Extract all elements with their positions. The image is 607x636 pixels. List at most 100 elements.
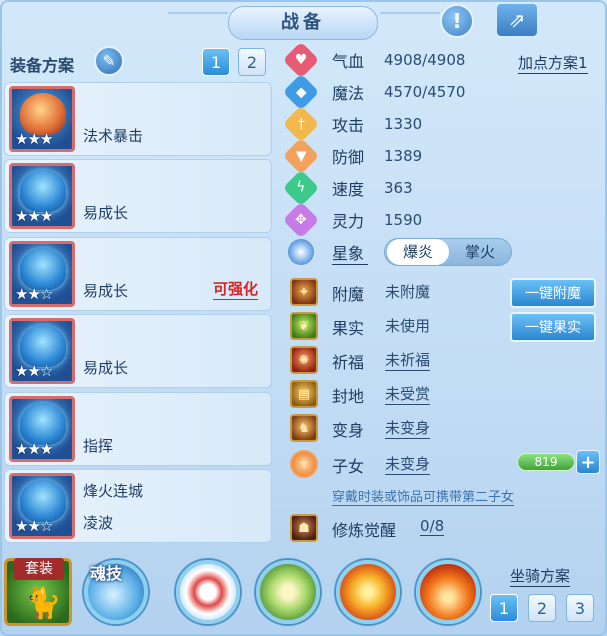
equipment-row[interactable]: ★★★ 法术暴击 bbox=[4, 82, 272, 156]
can-enhance-link[interactable]: 可强化 bbox=[213, 278, 259, 300]
title-decoration-left bbox=[168, 12, 228, 20]
star-rating: ★★☆ bbox=[15, 362, 53, 381]
skill-orb-1[interactable] bbox=[176, 560, 240, 624]
stat-row-speed: ϟ 速度 363 bbox=[282, 169, 413, 207]
fief-icon: ▤ bbox=[290, 380, 318, 408]
stat-row-mp: ◆ 魔法 4570/4570 bbox=[282, 73, 465, 111]
star-rating: ★★★ bbox=[15, 207, 53, 226]
scheme-tab-1[interactable]: 1 bbox=[202, 48, 230, 76]
plus-icon[interactable]: + bbox=[576, 450, 600, 474]
equipment-name: 易成长 bbox=[83, 281, 129, 300]
equipment-slot[interactable]: ★★☆ bbox=[9, 318, 75, 385]
mount-scheme-label[interactable]: 坐骑方案 bbox=[510, 565, 571, 587]
second-child-hint-link[interactable]: 穿戴时装或饰品可携带第二子女 bbox=[332, 486, 515, 506]
sub-label: 修炼觉醒 bbox=[332, 521, 397, 540]
stat-row-hp: ♥ 气血 4908/4908 bbox=[282, 41, 465, 79]
equipment-row[interactable]: ★★☆ 易成长 bbox=[4, 314, 272, 389]
skill-orb-2[interactable] bbox=[256, 560, 320, 624]
stat-value: 4570/4570 bbox=[384, 83, 466, 101]
equipment-scheme-label: 装备方案 bbox=[10, 56, 75, 75]
weapon-icon bbox=[20, 93, 66, 135]
equipment-slot[interactable]: ★★★ bbox=[9, 395, 75, 462]
soul-skill-label: 魂技 bbox=[90, 564, 123, 583]
equipment-name: 易成长 bbox=[83, 359, 129, 378]
sub-label: 子女 bbox=[332, 457, 365, 476]
equipment-name: 法术暴击 bbox=[83, 127, 144, 145]
sub-label: 附魔 bbox=[332, 285, 365, 304]
sub-value: 未附魔 bbox=[385, 283, 431, 301]
transform-icon: ♞ bbox=[290, 414, 318, 442]
star-rating: ★★★ bbox=[15, 439, 53, 458]
scheme-tab-2[interactable]: 2 bbox=[238, 48, 266, 76]
belt-icon bbox=[20, 402, 66, 445]
stat-label: 气血 bbox=[332, 52, 365, 71]
enchant-icon: ✦ bbox=[290, 278, 318, 306]
star-rating: ★★☆ bbox=[15, 284, 53, 303]
star-sign-icon bbox=[288, 239, 314, 265]
stat-label: 灵力 bbox=[332, 212, 365, 231]
sub-label: 变身 bbox=[332, 421, 365, 440]
equipment-slot[interactable]: ★★☆ bbox=[9, 240, 75, 307]
mount-tab-1[interactable]: 1 bbox=[490, 594, 518, 622]
equipment-name: 易成长 bbox=[83, 204, 129, 223]
equipment-slot[interactable]: ★★☆ bbox=[9, 472, 75, 539]
shield-icon: ▼ bbox=[282, 137, 320, 175]
stat-value: 1389 bbox=[384, 147, 423, 165]
sub-value[interactable]: 未祈福 bbox=[385, 349, 431, 371]
heart-icon: ♥ bbox=[282, 41, 320, 79]
skill-orb-4[interactable] bbox=[416, 560, 480, 624]
pray-icon: ✺ bbox=[290, 346, 318, 374]
star-rating: ★★★ bbox=[15, 130, 53, 148]
sub-value[interactable]: 未变身 bbox=[385, 453, 431, 475]
sub-value[interactable]: 未受赏 bbox=[385, 383, 431, 405]
title-decoration-right bbox=[380, 12, 440, 20]
equipment-row[interactable]: ★★★ 易成长 bbox=[4, 159, 272, 234]
equipment-list: ★★★ 法术暴击 ★★★ 易成长 ★★☆ 易成长 可强化 ★★☆ 易成长 ★★★… bbox=[4, 82, 272, 546]
star-sign-option-blaze[interactable]: 爆炎 bbox=[387, 239, 449, 265]
star-sign-row: 星象 bbox=[288, 238, 368, 266]
child-icon: ☥ bbox=[290, 450, 318, 478]
sub-value[interactable]: 未变身 bbox=[385, 417, 431, 439]
equipment-row[interactable]: ★★☆ 烽火连城 凌波 bbox=[4, 468, 272, 543]
star-sign-toggle[interactable]: 爆炎 掌火 bbox=[384, 238, 512, 266]
mount-tab-2[interactable]: 2 bbox=[528, 594, 556, 622]
one-click-enchant-button[interactable]: 一键附魔 bbox=[510, 278, 596, 308]
stat-value: 1590 bbox=[384, 211, 423, 229]
equipment-name: 烽火连城 bbox=[83, 481, 144, 500]
exclamation-icon[interactable]: ! bbox=[440, 4, 474, 38]
equipment-row[interactable]: ★★★ 指挥 bbox=[4, 391, 272, 466]
sword-icon: † bbox=[282, 105, 320, 143]
star-rating: ★★☆ bbox=[15, 516, 53, 535]
sub-label: 祈福 bbox=[332, 353, 365, 372]
necklace-icon bbox=[20, 247, 66, 290]
equipment-subname: 凌波 bbox=[83, 513, 114, 532]
mount-tab-3[interactable]: 3 bbox=[566, 594, 594, 622]
stat-label: 速度 bbox=[332, 180, 365, 199]
mana-icon: ◆ bbox=[282, 73, 320, 111]
star-sign-label[interactable]: 星象 bbox=[332, 240, 368, 265]
child-progress-bar: 819 bbox=[517, 453, 575, 471]
suit-label: 套装 bbox=[14, 558, 64, 580]
stat-value: 363 bbox=[384, 179, 413, 197]
star-sign-option-palm-fire[interactable]: 掌火 bbox=[449, 239, 511, 265]
helmet-icon bbox=[20, 170, 66, 213]
share-icon[interactable]: ⇗ bbox=[495, 2, 539, 38]
equipment-slot[interactable]: ★★★ bbox=[9, 86, 75, 152]
stat-value: 1330 bbox=[384, 115, 423, 133]
armor-icon bbox=[20, 325, 66, 368]
skill-orb-3[interactable] bbox=[336, 560, 400, 624]
equipment-slot[interactable]: ★★★ bbox=[9, 163, 75, 230]
equipment-row[interactable]: ★★☆ 易成长 可强化 bbox=[4, 236, 272, 311]
add-point-scheme-link[interactable]: 加点方案1 bbox=[518, 52, 588, 74]
spirit-icon: ✥ bbox=[282, 201, 320, 239]
stat-row-spirit: ✥ 灵力 1590 bbox=[282, 201, 422, 239]
stat-row-defense: ▼ 防御 1389 bbox=[282, 137, 422, 175]
one-click-fruit-button[interactable]: 一键果实 bbox=[510, 312, 596, 342]
sub-value[interactable]: 0/8 bbox=[420, 517, 445, 536]
speed-icon: ϟ bbox=[282, 169, 320, 207]
boots-icon bbox=[20, 479, 66, 522]
stat-label: 魔法 bbox=[332, 84, 365, 103]
pencil-icon[interactable]: ✎ bbox=[94, 46, 124, 76]
stat-label: 防御 bbox=[332, 148, 365, 167]
page-title: 战备 bbox=[228, 6, 378, 40]
